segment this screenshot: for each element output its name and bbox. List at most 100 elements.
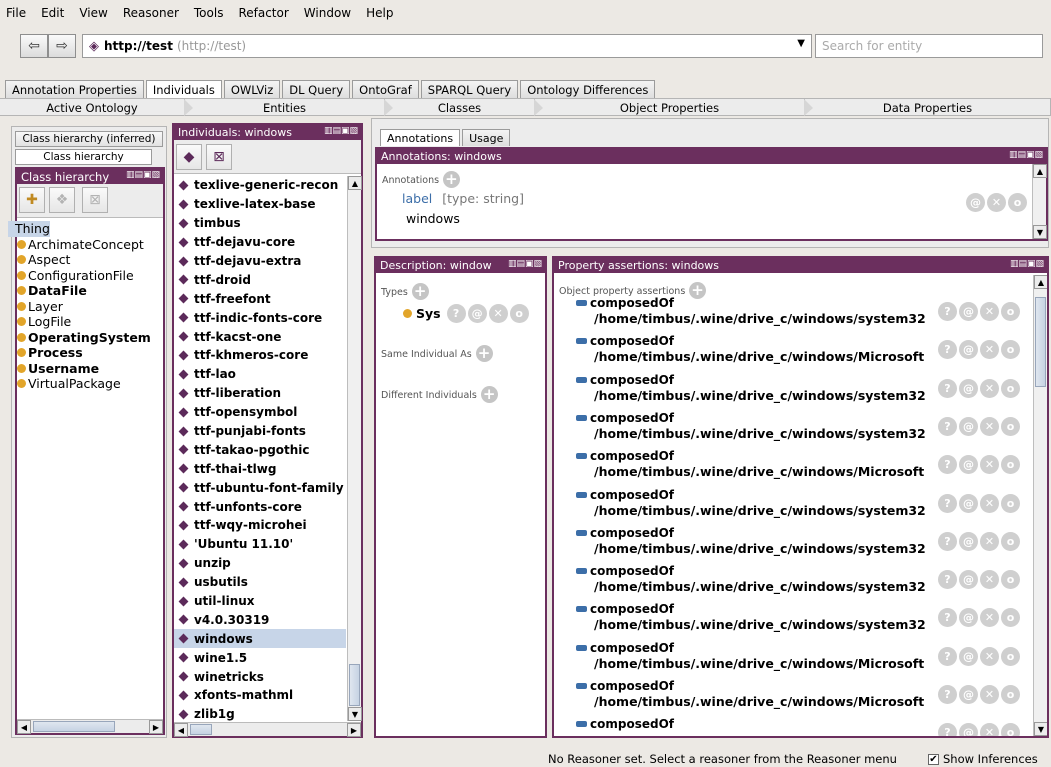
class-tree-item[interactable]: Username [17,361,163,377]
property-assertion-row[interactable]: composedOf/home/timbus/.wine/drive_c/win… [576,601,1036,639]
horizontal-scrollbar[interactable]: ◀ ▶ [17,719,163,734]
individual-item[interactable]: ttf-liberation [174,384,346,403]
annotate-icon[interactable]: @ [966,193,985,212]
delete-icon[interactable]: ✕ [980,378,999,398]
property-name[interactable]: composedOf [590,411,674,425]
explain-icon[interactable]: ? [938,455,957,475]
property-name[interactable]: composedOf [590,373,674,387]
property-name[interactable]: composedOf [590,679,674,693]
add-type-icon[interactable]: + [411,283,429,300]
property-value[interactable]: /home/timbus/.wine/drive_c/windows/Micro… [576,349,931,364]
class-tree-item[interactable]: Process [17,345,163,361]
delete-individual-icon[interactable]: ⊠ [206,144,232,170]
explain-icon[interactable]: ? [938,608,957,628]
delete-icon[interactable]: ✕ [980,493,999,513]
delete-icon[interactable]: ✕ [980,685,999,704]
explain-icon[interactable]: ? [938,302,957,321]
annotate-icon[interactable]: @ [467,304,487,323]
property-value[interactable]: /home/timbus/.wine/drive_c/windows/syste… [576,311,931,326]
individual-item[interactable]: ttf-wqy-microhei [174,516,346,535]
delete-icon[interactable]: ✕ [980,531,999,551]
property-name[interactable]: composedOf [590,526,674,540]
property-value[interactable]: /home/timbus/.wine/drive_c/windows/syste… [576,579,931,594]
annotate-icon[interactable]: @ [959,416,978,436]
property-assertion-row[interactable]: composedOf? @ ✕ o [576,716,1036,736]
annotate-icon[interactable]: @ [959,455,978,475]
vertical-scrollbar[interactable]: ▲ ▼ [1033,275,1047,736]
edit-icon[interactable]: o [1001,302,1020,321]
add-subclass-icon[interactable]: ✚ [19,187,45,213]
individual-item[interactable]: ttf-takao-pgothic [174,440,346,459]
property-name[interactable]: composedOf [590,488,674,502]
edit-icon[interactable]: o [1001,608,1020,628]
edit-icon[interactable]: o [1001,416,1020,436]
class-tree-item[interactable]: ConfigurationFile [17,268,163,284]
property-assertion-row[interactable]: composedOf/home/timbus/.wine/drive_c/win… [576,525,1036,563]
class-tree-item[interactable]: VirtualPackage [17,376,163,392]
menu-file[interactable]: File [6,6,26,20]
property-name[interactable]: composedOf [590,334,674,348]
menu-edit[interactable]: Edit [41,6,64,20]
tab-owlviz[interactable]: OWLViz [223,80,281,98]
back-arrow-icon[interactable]: ⇦ [20,34,48,58]
menu-reasoner[interactable]: Reasoner [123,6,179,20]
individual-item[interactable]: xfonts-mathml [174,686,346,705]
property-name[interactable]: composedOf [590,564,674,578]
property-value[interactable]: /home/timbus/.wine/drive_c/windows/Micro… [576,656,931,671]
delete-class-icon[interactable]: ⊠ [82,187,108,213]
tab-individuals[interactable]: Individuals [145,80,222,98]
window-controls-icon[interactable]: ▥▤▣▧ [507,259,542,269]
individual-item[interactable]: ttf-dejavu-extra [174,252,346,271]
property-assertion-row[interactable]: composedOf/home/timbus/.wine/drive_c/win… [576,333,1036,371]
show-inferences-toggle[interactable]: ✔ Show Inferences [928,752,1038,766]
individual-item[interactable]: winetricks [174,667,346,686]
window-controls-icon[interactable]: ▥▤▣▧ [324,126,358,136]
individual-item[interactable]: ttf-punjabi-fonts [174,422,346,441]
menu-tools[interactable]: Tools [194,6,224,20]
edit-icon[interactable]: o [1001,646,1020,666]
class-tree-item[interactable]: Layer [17,299,163,315]
property-assertion-row[interactable]: composedOf/home/timbus/.wine/drive_c/win… [576,448,1036,486]
annotate-icon[interactable]: @ [959,723,978,736]
add-individual-icon[interactable]: ◆ [176,144,202,170]
edit-icon[interactable]: o [509,304,529,323]
explain-icon[interactable]: ? [938,570,957,590]
property-assertion-row[interactable]: composedOf/home/timbus/.wine/drive_c/win… [576,410,1036,448]
horizontal-scrollbar[interactable]: ◀ ▶ [174,722,361,737]
tab-usage[interactable]: Usage [462,129,511,146]
explain-icon[interactable]: ? [938,531,957,551]
class-tree-item[interactable]: Thing [8,221,163,237]
menu-view[interactable]: View [79,6,107,20]
scroll-down-icon[interactable]: ▼ [1034,722,1047,736]
annotate-icon[interactable]: @ [959,608,978,628]
delete-icon[interactable]: ✕ [987,193,1006,212]
explain-icon[interactable]: ? [938,646,957,666]
tab-dl-query[interactable]: DL Query [282,80,351,98]
annotate-icon[interactable]: @ [959,378,978,398]
search-entity-input[interactable]: Search for entity [815,34,1043,58]
individual-item[interactable]: ttf-dejavu-core [174,233,346,252]
tab-object-properties[interactable]: Object Properties [535,99,813,116]
individual-item[interactable]: wine1.5 [174,648,346,667]
scroll-down-icon[interactable]: ▼ [1033,225,1047,239]
edit-icon[interactable]: o [1001,570,1020,590]
annotate-icon[interactable]: @ [959,340,978,360]
class-tree-item[interactable]: OperatingSystem [17,330,163,346]
individual-item[interactable]: util-linux [174,592,346,611]
individual-item[interactable]: texlive-latex-base [174,195,346,214]
edit-icon[interactable]: o [1001,493,1020,513]
delete-icon[interactable]: ✕ [980,340,999,360]
individual-item[interactable]: ttf-khmeros-core [174,346,346,365]
vertical-scrollbar[interactable]: ▲ ▼ [1032,164,1047,239]
explain-icon[interactable]: ? [938,723,957,736]
tab-class-hierarchy-inferred[interactable]: Class hierarchy (inferred) [15,131,163,147]
delete-icon[interactable]: ✕ [980,455,999,475]
property-assertion-row[interactable]: composedOf/home/timbus/.wine/drive_c/win… [576,487,1036,525]
delete-icon[interactable]: ✕ [980,723,999,736]
delete-icon[interactable]: ✕ [980,302,999,321]
tab-active-ontology[interactable]: Active Ontology [0,99,193,116]
property-assertion-row[interactable]: composedOf/home/timbus/.wine/drive_c/win… [576,295,1036,333]
class-tree-item[interactable]: Aspect [17,252,163,268]
edit-icon[interactable]: o [1001,378,1020,398]
tab-ontograf[interactable]: OntoGraf [352,80,419,98]
